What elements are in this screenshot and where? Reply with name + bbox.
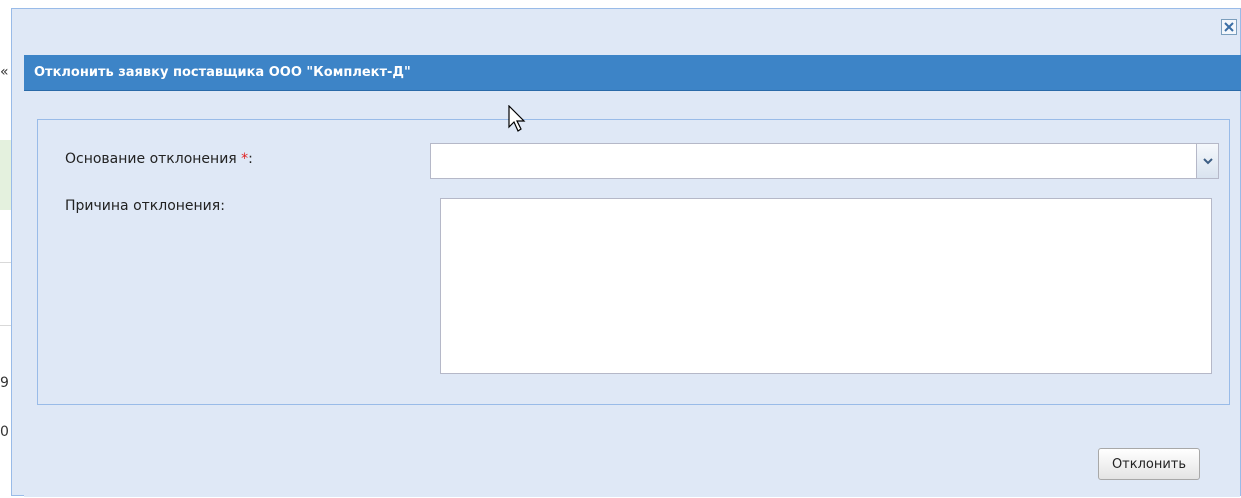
background-text-fragment: « <box>0 64 9 80</box>
reason-basis-label-text: Основание отклонения <box>65 151 237 167</box>
chevron-down-icon <box>1202 158 1213 165</box>
dialog-header: Отклонить заявку поставщика ООО "Комплек… <box>24 55 1241 91</box>
close-icon <box>1224 22 1234 32</box>
reason-basis-input[interactable] <box>431 144 1196 178</box>
form-panel: Основание отклонения *: Причина отклонен… <box>37 119 1230 405</box>
mouse-cursor-icon <box>508 105 526 132</box>
reason-basis-dropdown-button[interactable] <box>1196 144 1218 178</box>
reason-basis-combo[interactable] <box>430 143 1219 179</box>
dialog-title: Отклонить заявку поставщика ООО "Комплек… <box>34 65 411 80</box>
dialog-body: Основание отклонения *: Причина отклонен… <box>24 91 1240 497</box>
background-text-fragment: 0 <box>0 424 9 440</box>
background-row-divider <box>0 262 11 263</box>
reject-dialog: Отклонить заявку поставщика ООО "Комплек… <box>11 8 1241 497</box>
reason-text-label: Причина отклонения: <box>65 198 225 214</box>
close-button[interactable] <box>1221 19 1237 35</box>
label-suffix: : <box>248 151 253 167</box>
background-highlight-row <box>0 140 11 210</box>
reject-button[interactable]: Отклонить <box>1098 448 1200 480</box>
reason-basis-label: Основание отклонения *: <box>65 151 253 167</box>
background-text-fragment: 9 <box>0 375 9 391</box>
reason-text-field[interactable] <box>440 198 1212 374</box>
background-row-divider <box>0 325 11 326</box>
